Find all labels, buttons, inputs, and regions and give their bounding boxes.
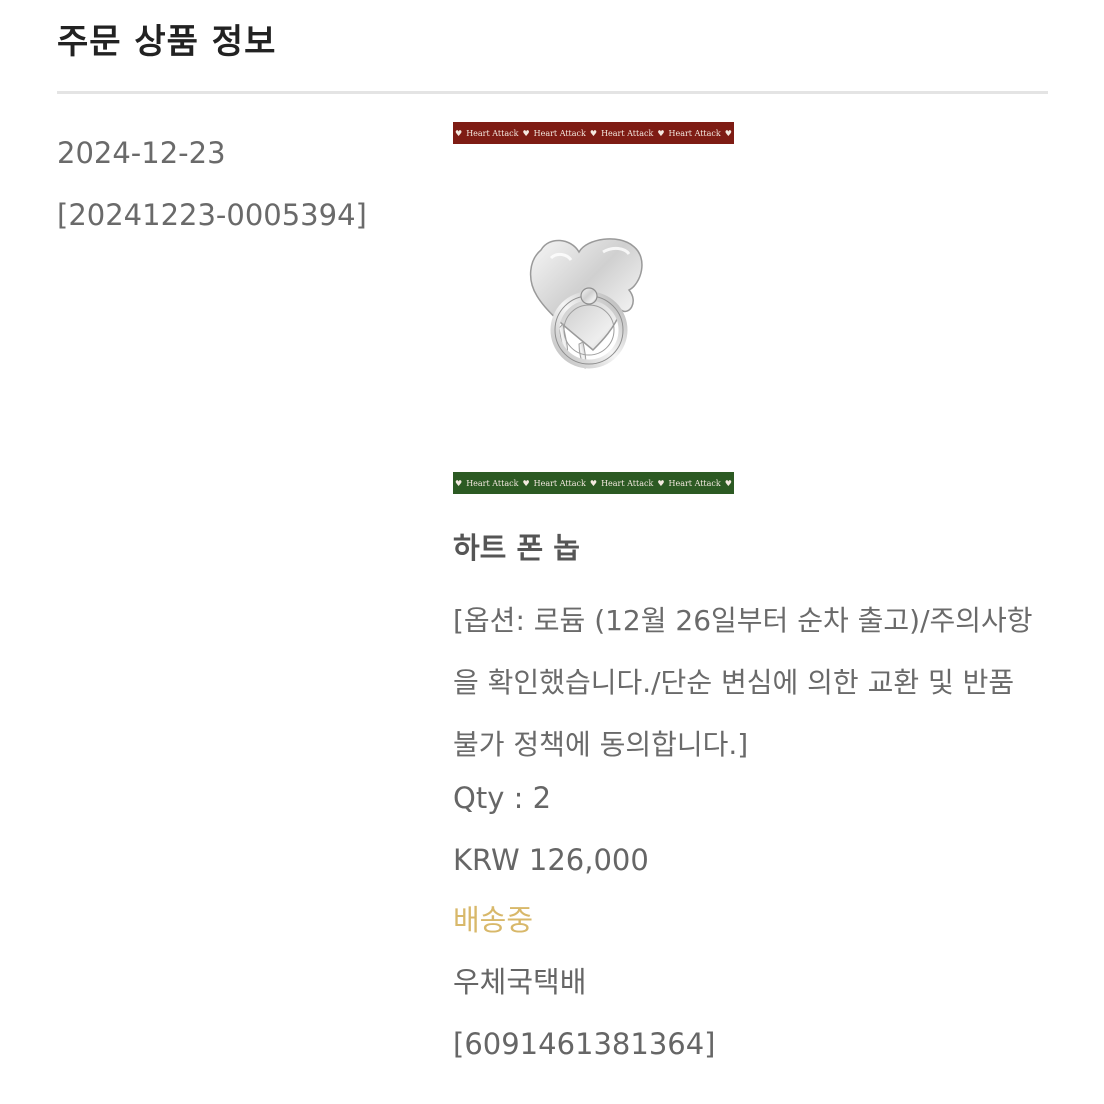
product-thumbnail[interactable]: ♥ Heart Attack ♥ Heart Attack ♥ Heart At…: [453, 122, 734, 494]
product-quantity: Qty : 2: [453, 781, 552, 815]
heart-icon: ♥: [455, 478, 463, 488]
image-banner-bottom: ♥ Heart Attack ♥ Heart Attack ♥ Heart At…: [453, 472, 734, 494]
shipping-carrier: 우체국택배: [453, 965, 587, 999]
banner-text: Heart Attack: [466, 478, 519, 488]
banner-text: Heart Attack: [533, 478, 586, 488]
product-option: [옵션: 로듐 (12월 26일부터 순차 출고)/주의사항을 확인했습니다./…: [453, 604, 1033, 761]
heart-icon: ♥: [522, 478, 530, 488]
section-divider: [57, 91, 1048, 94]
shipping-status: 배송중: [453, 903, 534, 937]
image-banner-top: ♥ Heart Attack ♥ Heart Attack ♥ Heart At…: [453, 122, 734, 144]
order-number[interactable]: [20241223-0005394]: [57, 197, 367, 233]
heart-icon: ♥: [657, 478, 665, 488]
heart-icon: ♥: [589, 128, 598, 138]
heart-icon: ♥: [522, 128, 530, 138]
heart-icon: ♥: [455, 128, 463, 138]
heart-icon: ♥: [724, 478, 732, 488]
product-name[interactable]: 하트 폰 놉: [453, 528, 580, 568]
section-title: 주문 상품 정보: [57, 22, 277, 62]
banner-text: Heart Attack: [668, 478, 721, 488]
heart-icon: ♥: [657, 128, 665, 138]
product-image: [529, 238, 643, 370]
heart-icon: ♥: [589, 478, 598, 488]
banner-text: Heart Attack: [533, 128, 586, 138]
banner-text: Heart Attack: [601, 128, 654, 138]
order-date: 2024-12-23: [57, 136, 226, 170]
tracking-number[interactable]: [6091461381364]: [453, 1024, 716, 1064]
product-price: KRW 126,000: [453, 843, 649, 877]
banner-text: Heart Attack: [601, 478, 654, 488]
heart-icon: ♥: [724, 128, 732, 138]
banner-text: Heart Attack: [668, 128, 721, 138]
banner-text: Heart Attack: [466, 128, 519, 138]
